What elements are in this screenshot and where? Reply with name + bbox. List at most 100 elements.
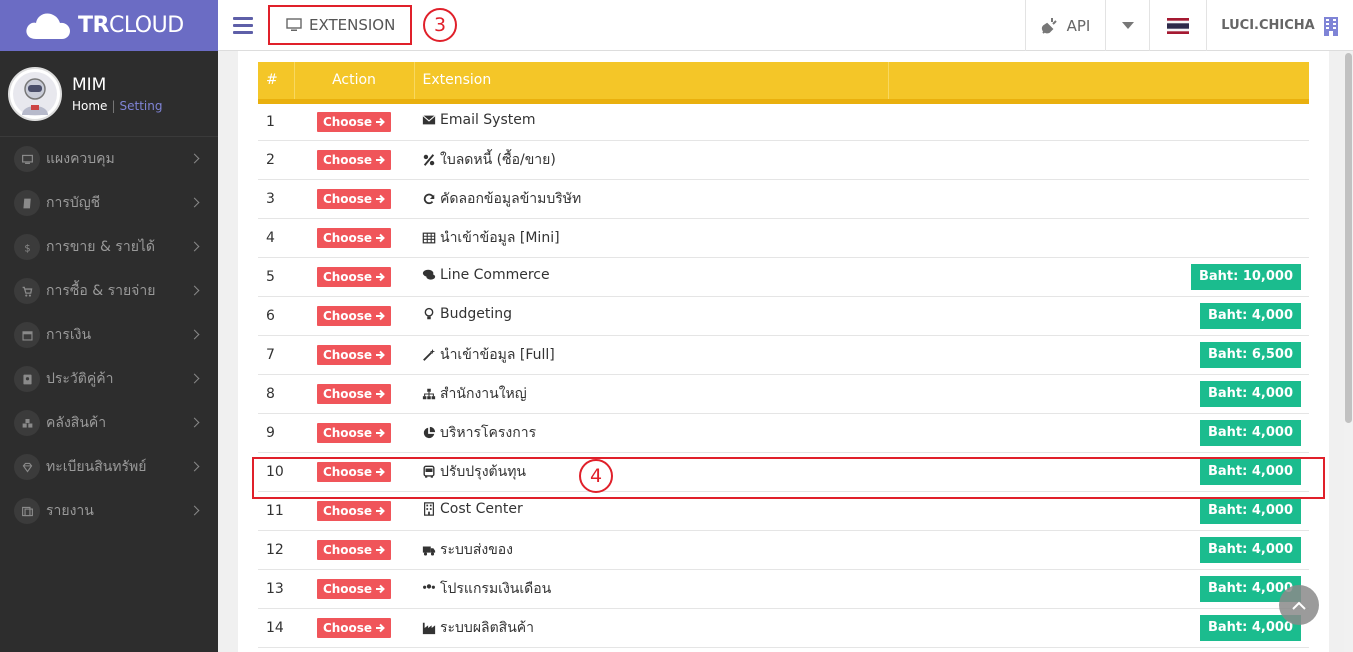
choose-label: Choose (322, 191, 373, 206)
choose-button[interactable]: Choose (316, 539, 392, 560)
extension-name[interactable]: Cost Center (421, 501, 523, 517)
sidebar-item-3[interactable]: การซื้อ & รายจ่าย (0, 269, 218, 313)
choose-button[interactable]: Choose (316, 266, 392, 287)
choose-button[interactable]: Choose (316, 500, 392, 521)
extension-name[interactable]: สำนักงานใหญ่ (421, 383, 527, 405)
table-row: 14 Choose ระบบผลิตสินค้า Baht: 4,000 (258, 608, 1309, 647)
row-number: 8 (266, 385, 275, 402)
choose-button[interactable]: Choose (316, 188, 392, 209)
sidebar-item-7[interactable]: ทะเบียนสินทรัพย์ (0, 445, 218, 489)
choose-button[interactable]: Choose (316, 305, 392, 326)
scroll-to-top-button[interactable] (1279, 585, 1319, 625)
price-badge: Baht: 6,500 (1200, 341, 1301, 368)
choose-button[interactable]: Choose (316, 149, 392, 170)
table-body: 1 Choose Email System 2 Choose ใบลดหนี้ (ซื้อ… (258, 101, 1309, 647)
table-row: 13 Choose โปรแกรมเงินเดือน Baht: 4,000 (258, 569, 1309, 608)
row-number: 6 (266, 307, 275, 324)
choose-label: Choose (322, 308, 373, 323)
extension-label: EXTENSION (309, 16, 396, 34)
extension-label: Line Commerce (440, 267, 550, 283)
main-content: # Action Extension 1 Choose Email System 2 C… (238, 51, 1329, 652)
factory-icon (422, 622, 435, 634)
sidebar-item-2[interactable]: $ การขาย & รายได้ (0, 225, 218, 269)
choose-button[interactable]: Choose (316, 227, 392, 248)
extension-name[interactable]: นำเข้าข้อมูล [Full] (421, 344, 555, 366)
choose-label: Choose (322, 581, 373, 596)
extension-label: ระบบผลิตสินค้า (440, 619, 535, 636)
extension-name[interactable]: บริหารโครงการ (421, 422, 536, 444)
cart-icon (22, 286, 32, 297)
language-button[interactable] (1149, 0, 1206, 51)
header-extension: Extension (414, 62, 889, 101)
extension-button[interactable]: EXTENSION (268, 5, 412, 45)
extension-name[interactable]: ระบบส่งของ (421, 539, 513, 561)
user-profile: MIM Home | Setting (0, 51, 218, 137)
extension-name[interactable]: ระบบผลิตสินค้า (421, 617, 534, 639)
choose-button[interactable]: Choose (316, 617, 392, 638)
arrow-right-icon (376, 584, 385, 593)
sidebar-item-icon (14, 366, 40, 392)
extension-name[interactable]: Email System (421, 112, 536, 128)
building-icon (423, 502, 434, 516)
sidebar-item-label: การขาย & รายได้ (46, 239, 156, 255)
user-menu[interactable]: LUCI.CHICHA (1206, 0, 1353, 51)
sidebar-item-icon: $ (14, 234, 40, 260)
extension-name[interactable]: นำเข้าข้อมูล [Mini] (421, 227, 560, 249)
sidebar-item-label: การบัญชี (46, 195, 101, 211)
sidebar-item-icon (14, 410, 40, 436)
arrow-right-icon (376, 155, 385, 164)
extension-name[interactable]: ใบลดหนี้ (ซื้อ/ขาย) (421, 149, 556, 171)
sidebar-item-label: การซื้อ & รายจ่าย (46, 283, 156, 299)
table-row: 2 Choose ใบลดหนี้ (ซื้อ/ขาย) (258, 140, 1309, 179)
row-number: 9 (266, 424, 275, 441)
sidebar-item-8[interactable]: รายงาน (0, 489, 218, 533)
extension-table: # Action Extension 1 Choose Email System 2 C… (258, 62, 1309, 648)
row-number: 5 (266, 268, 275, 285)
sidebar-item-6[interactable]: คลังสินค้า (0, 401, 218, 445)
envelope-icon (422, 115, 435, 125)
cloud-icon (26, 12, 70, 39)
sidebar-item-icon (14, 322, 40, 348)
choose-label: Choose (322, 620, 373, 635)
menu-toggle-button[interactable] (218, 0, 268, 51)
table-row: 3 Choose คัดลอกข้อมูลข้ามบริษัท (258, 179, 1309, 218)
pie-chart-icon (423, 426, 435, 438)
setting-link[interactable]: Setting (119, 99, 162, 113)
api-button[interactable]: API (1025, 0, 1105, 51)
choose-button[interactable]: Choose (316, 111, 392, 132)
cubes-icon (22, 418, 32, 428)
extension-label: สำนักงานใหญ่ (440, 385, 527, 402)
scrollbar-thumb[interactable] (1345, 53, 1352, 423)
extension-name[interactable]: คัดลอกข้อมูลข้ามบริษัท (421, 188, 581, 210)
extension-label: คัดลอกข้อมูลข้ามบริษัท (440, 190, 582, 207)
brand-logo[interactable]: TR CLOUD (0, 0, 218, 51)
chevron-right-icon (189, 505, 200, 516)
choose-button[interactable]: Choose (316, 344, 392, 365)
choose-button[interactable]: Choose (316, 422, 392, 443)
extension-name[interactable]: Line Commerce (421, 267, 550, 283)
arrow-right-icon (376, 389, 385, 398)
monitor-icon (286, 18, 302, 31)
dropdown-button[interactable] (1105, 0, 1149, 51)
sidebar-item-label: คลังสินค้า (46, 415, 107, 431)
arrow-right-icon (376, 506, 385, 515)
sidebar-item-icon (14, 498, 40, 524)
extension-name[interactable]: Budgeting (421, 306, 512, 322)
home-link[interactable]: Home (72, 99, 107, 113)
price-badge: Baht: 10,000 (1190, 263, 1301, 290)
price-badge: Baht: 4,000 (1200, 380, 1301, 407)
sidebar-item-1[interactable]: การบัญชี (0, 181, 218, 225)
sidebar-item-4[interactable]: การเงิน (0, 313, 218, 357)
choose-label: Choose (322, 347, 373, 362)
choose-button[interactable]: Choose (316, 383, 392, 404)
user-name: LUCI.CHICHA (1221, 18, 1315, 33)
choose-button[interactable]: Choose (316, 578, 392, 599)
extension-label: Budgeting (440, 306, 513, 322)
sidebar-item-5[interactable]: ประวัติคู่ค้า (0, 357, 218, 401)
arrow-right-icon (376, 117, 385, 126)
sidebar-item-0[interactable]: แผงควบคุม (0, 137, 218, 181)
avatar[interactable] (8, 66, 62, 121)
table-header-row: # Action Extension (258, 62, 1309, 101)
arrow-right-icon (376, 623, 385, 632)
extension-name[interactable]: โปรแกรมเงินเดือน (421, 578, 551, 600)
